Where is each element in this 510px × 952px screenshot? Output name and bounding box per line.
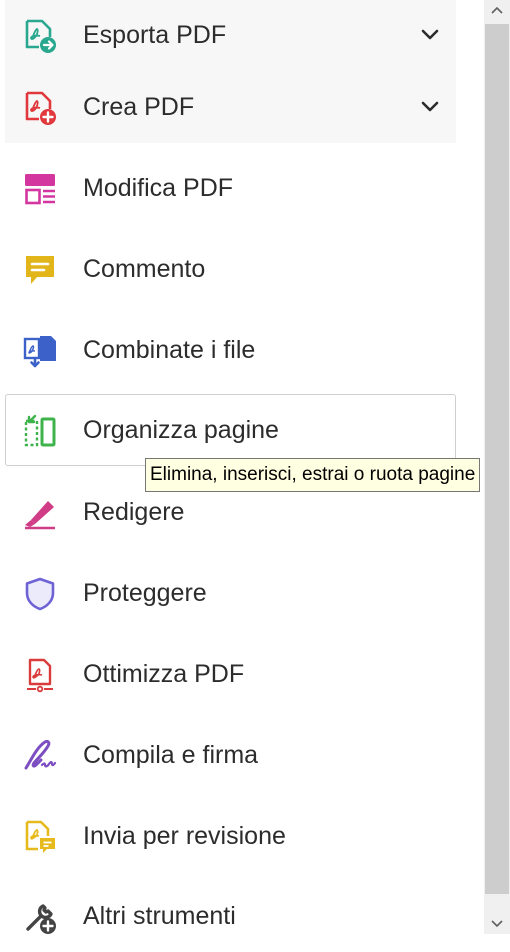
tool-edit-pdf[interactable]: Modifica PDF	[5, 152, 456, 224]
export-pdf-icon	[22, 18, 58, 54]
protect-shield-icon	[22, 576, 58, 612]
create-pdf-icon	[22, 90, 58, 126]
tool-label: Ottimizza PDF	[83, 660, 245, 688]
tool-label: Altri strumenti	[83, 902, 236, 930]
more-tools-icon	[22, 899, 58, 935]
chevron-down-icon[interactable]	[419, 24, 441, 46]
tool-label: Esporta PDF	[83, 21, 227, 49]
tool-export-pdf[interactable]: Esporta PDF	[5, 0, 456, 71]
organize-pages-icon	[22, 413, 58, 449]
scroll-up-arrow-icon[interactable]	[484, 0, 510, 22]
comment-icon	[22, 252, 58, 288]
tool-optimize-pdf[interactable]: Ottimizza PDF	[5, 638, 456, 710]
tooltip: Elimina, inserisci, estrai o ruota pagin…	[145, 458, 481, 492]
tool-combine-files[interactable]: Combinate i file	[5, 314, 456, 386]
optimize-pdf-icon	[22, 657, 58, 693]
tool-label: Organizza pagine	[83, 416, 279, 444]
tool-label: Combinate i file	[83, 336, 256, 364]
tool-comment[interactable]: Commento	[5, 233, 456, 305]
tool-label: Proteggere	[83, 579, 207, 607]
tool-organize-pages[interactable]: Organizza pagine	[5, 394, 456, 466]
tool-fill-sign[interactable]: Compila e firma	[5, 719, 456, 791]
scroll-down-arrow-icon[interactable]	[484, 912, 510, 934]
fill-sign-icon	[22, 738, 58, 774]
send-review-icon	[22, 819, 58, 855]
vertical-scrollbar[interactable]	[484, 0, 510, 934]
tool-create-pdf[interactable]: Crea PDF	[5, 71, 456, 143]
tool-more-tools[interactable]: Altri strumenti	[5, 880, 456, 952]
scrollbar-thumb[interactable]	[485, 24, 509, 894]
tool-label: Invia per revisione	[83, 822, 286, 850]
redact-icon	[22, 495, 58, 531]
tool-label: Crea PDF	[83, 93, 195, 121]
edit-pdf-icon	[22, 171, 58, 207]
tool-protect[interactable]: Proteggere	[5, 557, 456, 629]
chevron-down-icon[interactable]	[419, 96, 441, 118]
tool-label: Compila e firma	[83, 741, 259, 769]
tool-label: Commento	[83, 255, 206, 283]
tool-send-for-review[interactable]: Invia per revisione	[5, 800, 456, 872]
tool-label: Modifica PDF	[83, 174, 234, 202]
combine-files-icon	[22, 333, 58, 369]
